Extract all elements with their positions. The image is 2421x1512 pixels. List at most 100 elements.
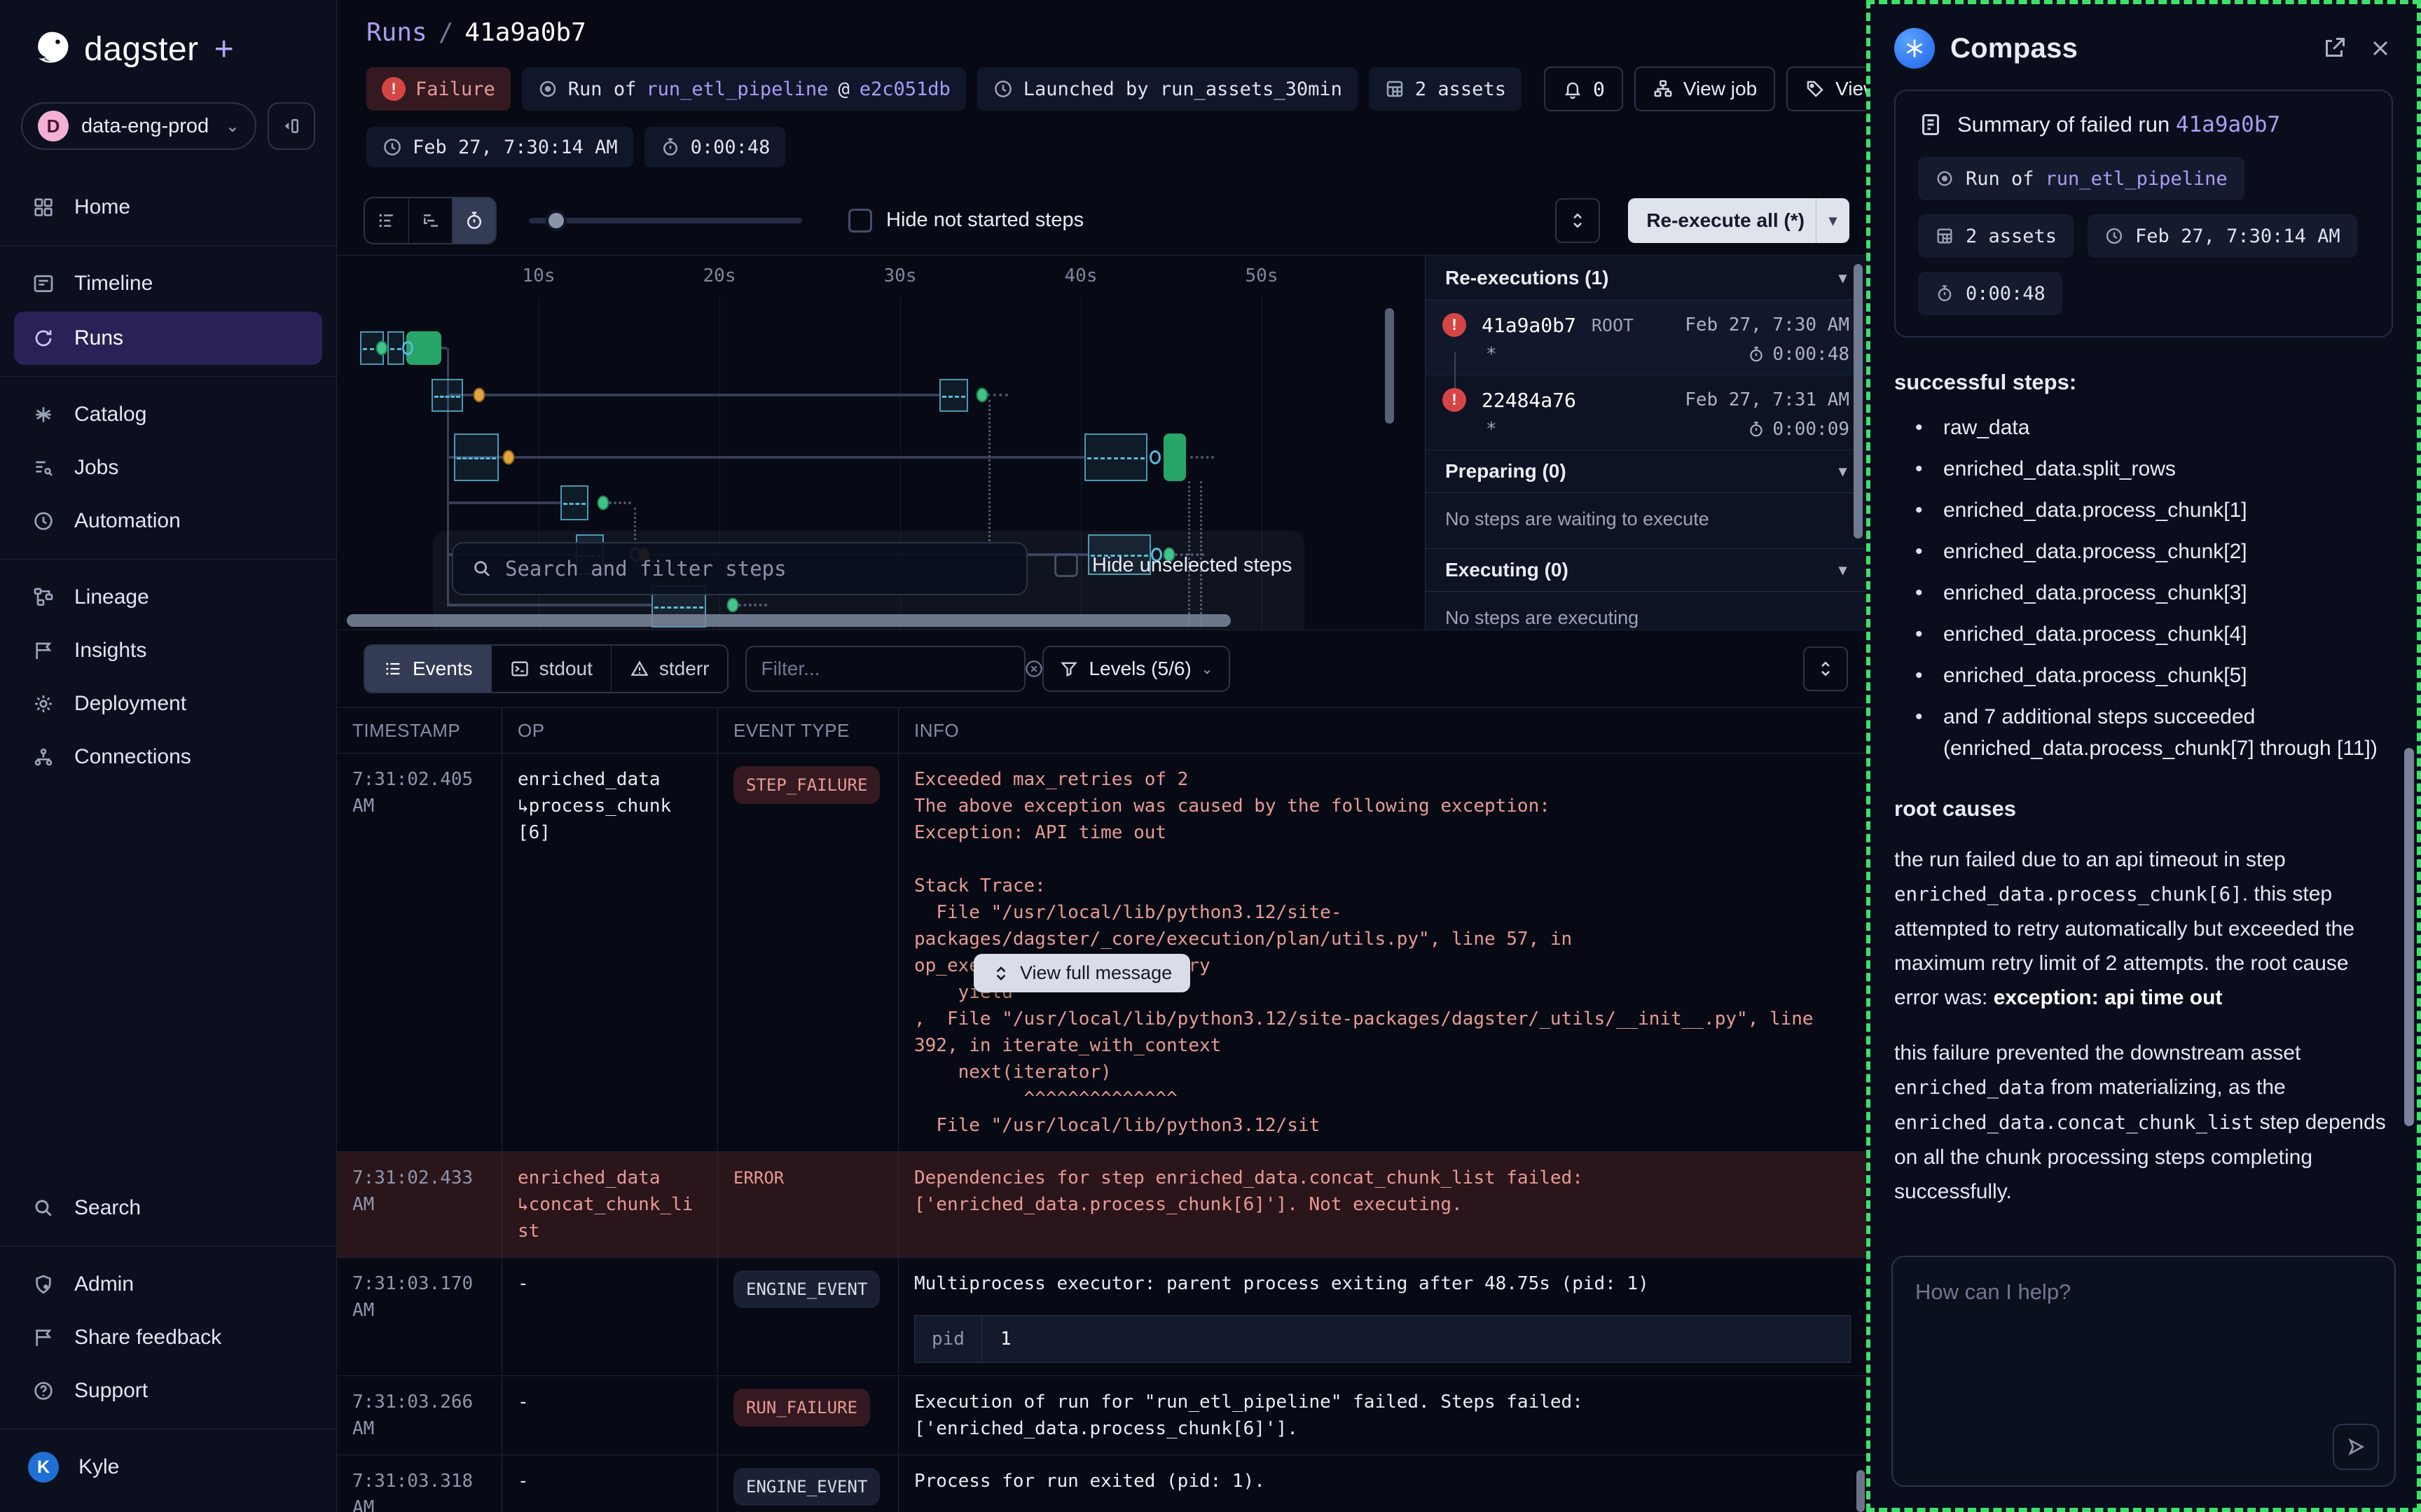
gantt-bar-success[interactable]	[1164, 434, 1186, 481]
hide-not-started-checkbox[interactable]	[848, 209, 872, 233]
log-event-row[interactable]: 7:31:03.266 AM-RUN_FAILUREExecution of r…	[337, 1376, 1866, 1455]
tab-events[interactable]: Events	[365, 646, 491, 692]
sidebar-item-admin[interactable]: Admin	[0, 1258, 336, 1311]
root-cause-paragraph: the pipeline run_etl_pipeline processes …	[1894, 1230, 2393, 1237]
compass-chat-input[interactable]	[1893, 1257, 2394, 1485]
section-header-executing-0[interactable]: Executing (0)▾	[1426, 548, 1866, 592]
summary-pill-link[interactable]: run_etl_pipeline	[2046, 168, 2228, 190]
re-executions-scrollbar[interactable]	[1854, 264, 1863, 539]
insights-icon	[32, 639, 55, 662]
alerts-bell-button[interactable]: 0	[1544, 67, 1623, 111]
gantt-vertical-scrollbar[interactable]	[1385, 308, 1394, 424]
log-event-row[interactable]: 7:31:02.433 AMenriched_data ↳concat_chun…	[337, 1152, 1866, 1258]
re-execution-run[interactable]: !22484a76Feb 27, 7:31 AM*0:00:09	[1426, 375, 1866, 450]
hide-unselected-checkbox[interactable]	[1054, 553, 1078, 577]
clear-filter-icon[interactable]	[1023, 658, 1044, 679]
column-header-event-type: EVENT TYPE	[718, 708, 899, 753]
sidebar-item-share-feedback[interactable]: Share feedback	[0, 1311, 336, 1364]
close-icon[interactable]	[2368, 36, 2393, 61]
summary-run-link[interactable]: 41a9a0b7	[2176, 112, 2280, 137]
sidebar-item-deployment[interactable]: Deployment	[0, 677, 336, 730]
gantt-bar-pending[interactable]	[1084, 434, 1147, 481]
sidebar-item-runs[interactable]: Runs	[14, 312, 322, 365]
sidebar-item-automation[interactable]: Automation	[0, 494, 336, 548]
expand-panels-button[interactable]	[1555, 198, 1600, 243]
tab-stdout[interactable]: stdout	[491, 646, 611, 692]
commit-link[interactable]: e2c051db	[860, 78, 951, 100]
sidebar-item-jobs[interactable]: Jobs	[0, 441, 336, 494]
levels-filter-button[interactable]: Levels (5/6) ⌄	[1042, 646, 1229, 692]
job-link[interactable]: run_etl_pipeline	[646, 78, 828, 100]
log-event-row[interactable]: 7:31:03.318 AM-ENGINE_EVENTProcess for r…	[337, 1455, 1866, 1512]
sidebar-item-label: Home	[74, 195, 130, 219]
section-empty-text: No steps are waiting to execute	[1426, 493, 1866, 549]
home-icon	[32, 196, 55, 219]
re-execute-caret[interactable]: ▾	[1816, 198, 1849, 243]
org-selector[interactable]: D data-eng-prod ⌄	[21, 102, 256, 150]
event-timestamp: 7:31:03.266 AM	[337, 1376, 502, 1455]
zoom-slider[interactable]	[529, 218, 802, 223]
dagster-logo[interactable]: dagster +	[0, 24, 336, 74]
open-external-icon[interactable]	[2322, 36, 2347, 61]
view-timed-toggle[interactable]	[452, 198, 495, 243]
successful-step-item: enriched_data.process_chunk[4]	[1939, 618, 2393, 650]
view-waterfall-toggle[interactable]	[408, 198, 452, 243]
gantt-axis-tick: 20s	[703, 265, 736, 286]
sidebar-item-catalog[interactable]: Catalog	[0, 388, 336, 441]
view-full-message-button[interactable]: View full message	[974, 954, 1190, 992]
section-header-preparing-0[interactable]: Preparing (0)▾	[1426, 450, 1866, 493]
bell-icon	[1562, 78, 1583, 99]
send-button[interactable]	[2333, 1424, 2379, 1470]
levels-label: Levels (5/6)	[1089, 658, 1191, 680]
gantt-horizontal-scrollbar[interactable]	[347, 614, 1231, 627]
sidebar-footer: Search AdminShare feedback Support KKyle	[0, 1181, 336, 1494]
view-job-button[interactable]: View job	[1634, 67, 1775, 111]
gantt-bar-pending[interactable]	[454, 434, 499, 481]
gantt-bar-pending[interactable]	[939, 379, 968, 412]
sidebar-item-lineage[interactable]: Lineage	[0, 571, 336, 624]
successful-step-item: and 7 additional steps succeeded (enrich…	[1939, 701, 2393, 764]
sidebar-divider	[0, 376, 336, 377]
assets-count-label: 2 assets	[1415, 78, 1506, 100]
expand-log-button[interactable]	[1803, 646, 1848, 691]
zoom-slider-knob[interactable]	[546, 210, 567, 231]
log-event-row[interactable]: 7:31:02.405 AMenriched_data ↳process_chu…	[337, 754, 1866, 1152]
successful-step-item: enriched_data.process_chunk[3]	[1939, 577, 2393, 609]
sidebar-item-label: Support	[74, 1379, 148, 1403]
gantt-search-input[interactable]	[505, 557, 1008, 581]
sidebar-item-timeline[interactable]: Timeline	[0, 257, 336, 310]
breadcrumb-runs[interactable]: Runs	[366, 18, 427, 47]
log-scrollbar[interactable]	[1856, 1470, 1865, 1512]
sidebar-item-insights[interactable]: Insights	[0, 624, 336, 677]
re-executions-list: !41a9a0b7ROOTFeb 27, 7:30 AM*0:00:48!224…	[1426, 300, 1866, 630]
hide-not-started-label: Hide not started steps	[886, 209, 1084, 232]
re-executions-header[interactable]: Re-executions (1) ▾	[1426, 256, 1866, 300]
gantt-bar-pending[interactable]	[432, 379, 463, 412]
log-event-row[interactable]: 7:31:03.170 AM-ENGINE_EVENTMultiprocess …	[337, 1258, 1866, 1376]
sidebar-collapse-button[interactable]	[268, 102, 315, 150]
assets-chip[interactable]: 2 assets	[1369, 67, 1522, 111]
view-flat-toggle[interactable]	[365, 198, 408, 243]
log-filter-input[interactable]	[761, 658, 1014, 680]
metadata-value: 1	[982, 1316, 1030, 1362]
compass-scrollbar[interactable]	[2404, 748, 2414, 1126]
sidebar-item-support[interactable]: Support	[0, 1364, 336, 1417]
event-info-cell: Execution of run for "run_etl_pipeline" …	[899, 1376, 1866, 1455]
successful-step-item: raw_data	[1939, 412, 2393, 443]
gantt-axis-tick: 30s	[884, 265, 917, 286]
chevron-down-icon: ⌄	[226, 116, 240, 137]
user-menu[interactable]: KKyle	[0, 1441, 336, 1494]
sidebar-item-home[interactable]: Home	[0, 181, 336, 234]
re-execute-all-button[interactable]: Re-execute all (*) ▾	[1628, 198, 1849, 243]
event-op: enriched_data ↳concat_chunk_list	[502, 1152, 718, 1257]
org-avatar: D	[38, 111, 69, 141]
re-executions-title: Re-executions (1)	[1445, 267, 1608, 289]
tab-stderr[interactable]: stderr	[611, 646, 728, 692]
sidebar-item-connections[interactable]: Connections	[0, 730, 336, 784]
gantt-bar-pending[interactable]	[560, 485, 588, 520]
gantt-axis-tick: 50s	[1246, 265, 1278, 286]
sidebar-item-search[interactable]: Search	[0, 1181, 336, 1235]
clock-icon	[2104, 226, 2124, 246]
re-execution-run[interactable]: !41a9a0b7ROOTFeb 27, 7:30 AM*0:00:48	[1426, 300, 1866, 375]
compass-logo-icon	[1894, 28, 1935, 69]
